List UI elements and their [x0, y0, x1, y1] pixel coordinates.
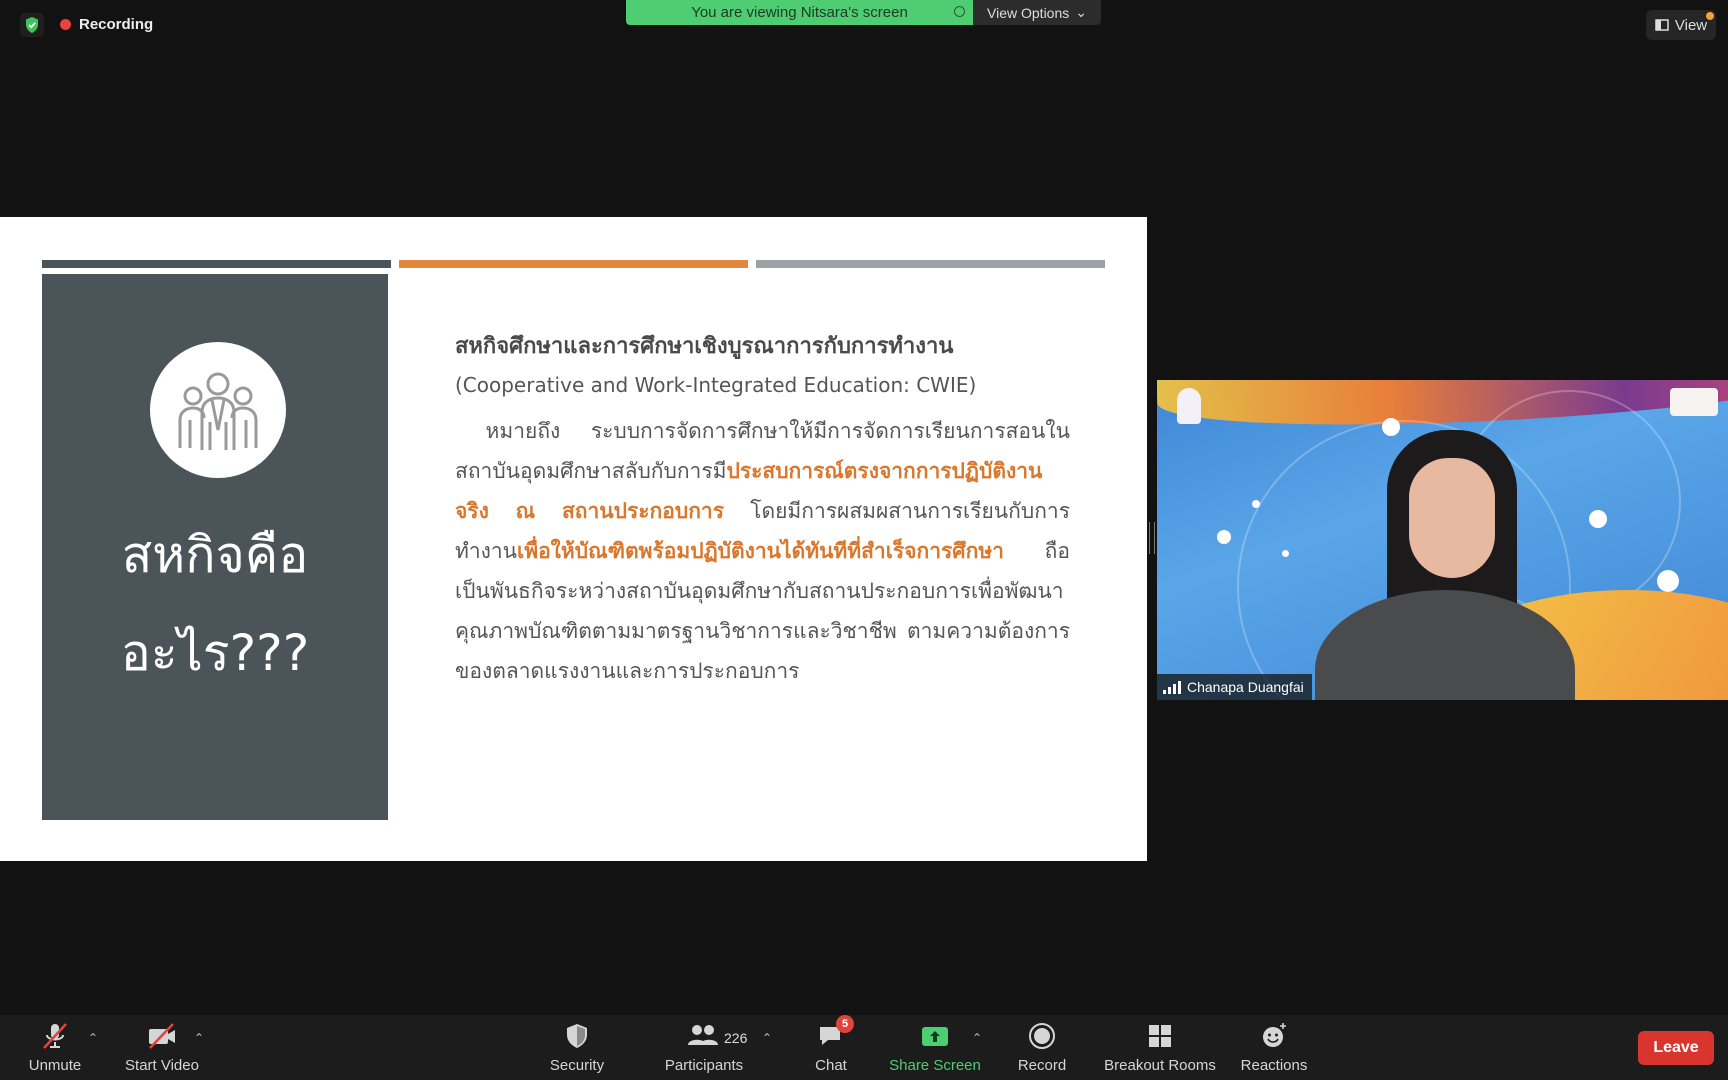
video-off-icon	[149, 1023, 175, 1049]
participants-button[interactable]: 226 Participants	[660, 1015, 748, 1080]
unmute-button[interactable]: Unmute	[22, 1015, 88, 1080]
reactions-smiley-icon	[1263, 1023, 1286, 1047]
background-orb	[1252, 500, 1260, 508]
team-people-icon	[150, 342, 286, 478]
view-options-button[interactable]: View Options ⌄	[973, 0, 1101, 25]
chat-icon-wrap: 5	[816, 1015, 854, 1051]
viewing-screen-banner: You are viewing Nitsara's screen	[626, 0, 973, 25]
start-video-button[interactable]: Start Video	[120, 1015, 204, 1080]
slide-panel-title: สหกิจคือ อะไร???	[42, 506, 388, 702]
reactions-button[interactable]: Reactions	[1238, 1015, 1310, 1080]
chat-label: Chat	[815, 1057, 847, 1074]
coop-logo	[1670, 388, 1718, 416]
slide-heading: สหกิจศึกษาและการศึกษาเชิงบูรณาการกับการท…	[455, 334, 954, 359]
recording-label: Recording	[79, 16, 154, 33]
security-icon	[567, 1024, 587, 1048]
panel-title-line2: อะไร???	[120, 624, 310, 682]
banner-status-icon	[954, 6, 965, 17]
start-video-label: Start Video	[125, 1057, 199, 1074]
signal-strength-icon	[1163, 680, 1181, 694]
viewing-banner-text: You are viewing Nitsara's screen	[691, 4, 908, 21]
view-options-label: View Options	[987, 4, 1070, 21]
slide-subheading: (Cooperative and Work-Integrated Educati…	[455, 373, 977, 397]
slide-body: หมายถึง ระบบการจัดการศึกษาให้มีการจัดการ…	[455, 411, 1070, 691]
record-label: Record	[1017, 1057, 1067, 1074]
security-label: Security	[549, 1057, 605, 1074]
video-options-caret-icon[interactable]: ⌃	[194, 1031, 204, 1045]
recording-indicator[interactable]: Recording	[60, 16, 153, 33]
security-shield-icon[interactable]	[20, 13, 44, 37]
background-orb	[1282, 550, 1289, 557]
participants-label: Participants	[664, 1057, 744, 1074]
notification-dot	[1706, 12, 1714, 20]
leave-meeting-button[interactable]: Leave	[1638, 1031, 1714, 1065]
background-orb	[1589, 510, 1607, 528]
record-button[interactable]: Record	[1012, 1015, 1072, 1080]
layout-icon	[1655, 19, 1669, 31]
participant-face	[1409, 458, 1495, 578]
view-layout-button[interactable]: View	[1646, 10, 1716, 40]
slide-left-panel: สหกิจคือ อะไร???	[42, 274, 388, 820]
share-screen-icon	[922, 1027, 948, 1046]
breakout-rooms-button[interactable]: Breakout Rooms	[1102, 1015, 1218, 1080]
chevron-down-icon: ⌄	[1075, 4, 1087, 20]
breakout-rooms-icon	[1149, 1025, 1171, 1047]
meeting-toolbar: Unmute ⌃ Start Video ⌃ Security 226 Part…	[0, 1015, 1728, 1080]
view-label: View	[1674, 16, 1708, 34]
unmute-label: Unmute	[28, 1057, 82, 1074]
chat-unread-badge: 5	[836, 1015, 854, 1033]
highlight-text-2: เพื่อให้บัณฑิตพร้อมปฏิบัติงานได้ทันทีที่…	[517, 539, 1004, 563]
slide-strip-dark	[42, 260, 391, 268]
audio-options-caret-icon[interactable]: ⌃	[88, 1031, 98, 1045]
breakout-rooms-label: Breakout Rooms	[1104, 1057, 1216, 1074]
slide-strip-gray	[756, 260, 1105, 268]
background-orb	[1382, 418, 1400, 436]
slide-strip-orange	[399, 260, 748, 268]
share-screen-label: Share Screen	[889, 1057, 981, 1074]
slide-content: สหกิจศึกษาและการศึกษาเชิงบูรณาการกับการท…	[455, 327, 1070, 691]
participant-name-tag: Chanapa Duangfai	[1157, 674, 1312, 700]
participant-video-tile[interactable]: Chanapa Duangfai	[1157, 380, 1728, 700]
chat-button[interactable]: 5 Chat	[804, 1015, 858, 1080]
muted-microphone-icon	[43, 1023, 67, 1049]
share-screen-button[interactable]: Share Screen	[888, 1015, 982, 1080]
shared-screen-slide: สหกิจคือ อะไร??? สหกิจศึกษาและการศึกษาเช…	[0, 217, 1147, 861]
share-options-caret-icon[interactable]: ⌃	[972, 1031, 982, 1045]
participants-icon	[688, 1025, 718, 1045]
background-orb	[1657, 570, 1679, 592]
record-icon	[1029, 1023, 1055, 1049]
recording-dot-icon	[60, 19, 71, 30]
background-orb	[1217, 530, 1231, 544]
split-resize-handle[interactable]	[1149, 522, 1155, 554]
university-logo	[1177, 388, 1201, 424]
reactions-label: Reactions	[1240, 1057, 1308, 1074]
panel-title-line1: สหกิจคือ	[121, 526, 309, 584]
security-button[interactable]: Security	[545, 1015, 609, 1080]
participants-count: 226	[724, 1030, 748, 1046]
participants-options-caret-icon[interactable]: ⌃	[762, 1031, 772, 1045]
participant-name: Chanapa Duangfai	[1187, 679, 1304, 695]
participants-icon-wrap: 226	[686, 1021, 747, 1051]
